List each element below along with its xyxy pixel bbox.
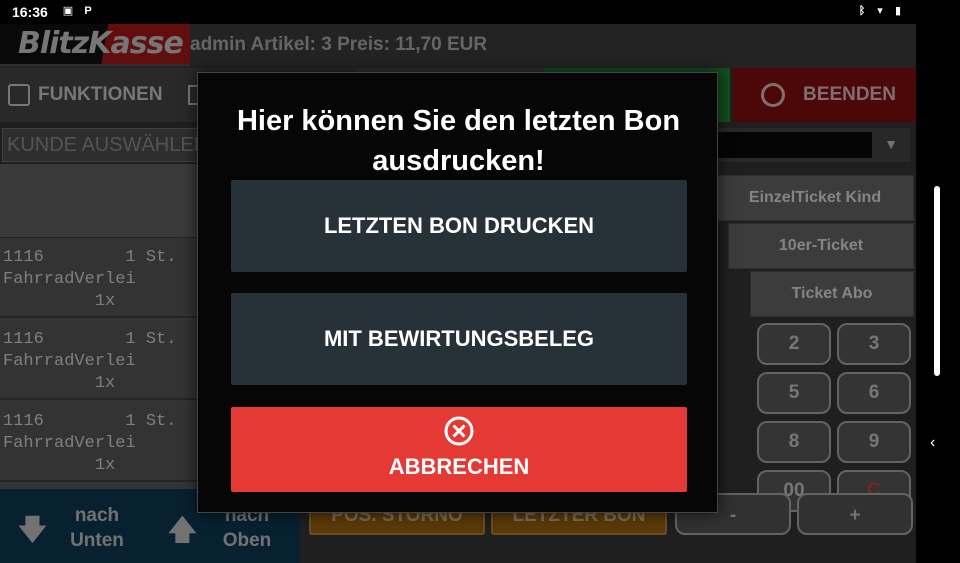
status-time: 16:36 — [12, 4, 48, 20]
print-dialog: Hier können Sie den letzten Bon ausdruck… — [197, 72, 718, 513]
bluetooth-icon: ᛒ — [858, 5, 866, 17]
back-chevron-icon[interactable]: ‹ — [930, 434, 935, 452]
scrollbar[interactable] — [934, 186, 940, 376]
battery-icon: ▮ — [894, 5, 902, 17]
hospitality-receipt-button[interactable]: MIT BEWIRTUNGSBELEG — [231, 293, 687, 385]
dialog-title: Hier können Sie den letzten Bon ausdruck… — [236, 105, 681, 177]
parking-icon: P — [84, 5, 92, 17]
cancel-label: ABBRECHEN — [388, 454, 530, 479]
pos-app: BlitzKasse admin Artikel: 3 Preis: 11,70… — [0, 24, 916, 563]
close-circle-icon — [444, 416, 474, 446]
gallery-icon: ▣ — [62, 5, 74, 17]
print-last-receipt-button[interactable]: LETZTEN BON DRUCKEN — [231, 180, 687, 272]
cancel-button[interactable]: ABBRECHEN — [231, 407, 687, 492]
wifi-icon: ▾ — [877, 5, 883, 17]
status-bar: 16:36 ▣ P ᛒ ▾ ▮ — [0, 0, 960, 24]
